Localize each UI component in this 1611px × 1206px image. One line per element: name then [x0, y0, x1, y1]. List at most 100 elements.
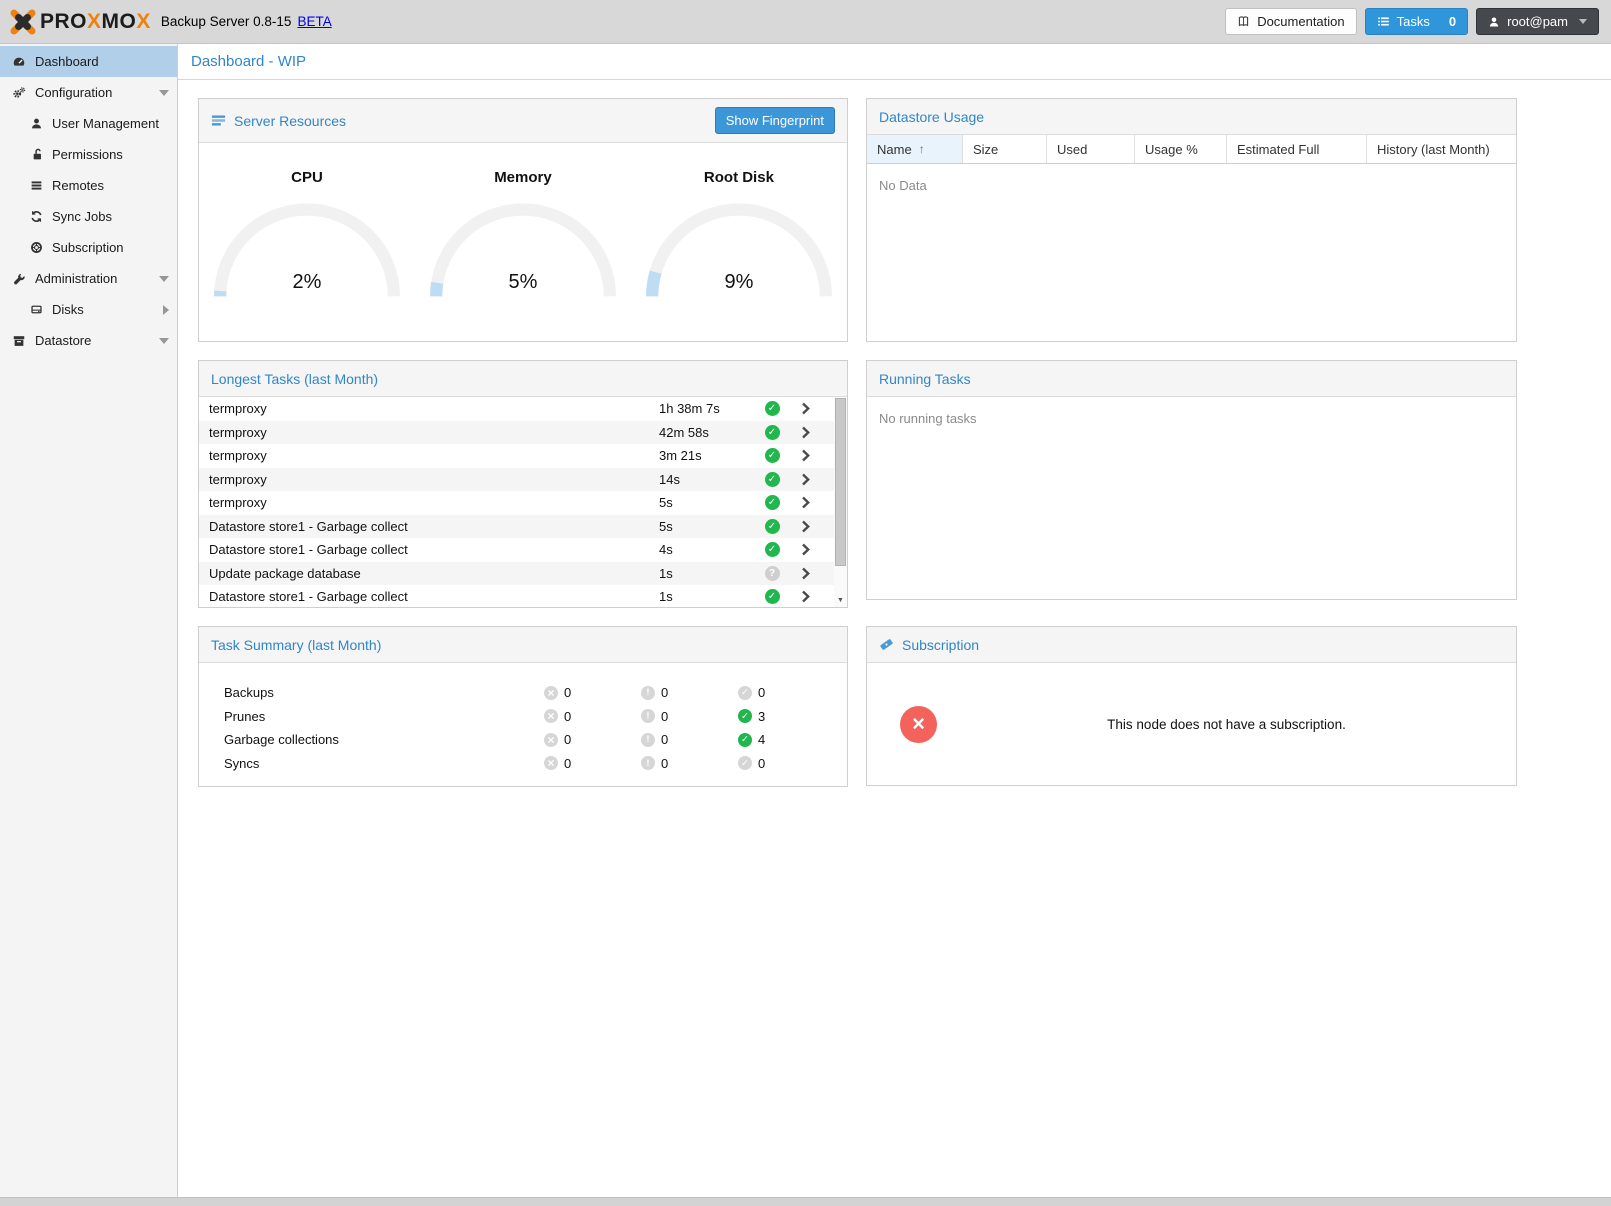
server-resources-icon [211, 113, 226, 128]
column-header-size[interactable]: Size [963, 135, 1047, 163]
collapse-arrow-icon[interactable] [159, 90, 169, 96]
gauge-label: Root Disk [631, 169, 847, 186]
product-name: Backup Server 0.8-15 [161, 14, 292, 29]
task-row[interactable]: termproxy 5s [199, 491, 847, 515]
cpu-gauge: CPU 2% [199, 169, 415, 302]
scrollbar-thumb[interactable] [835, 398, 846, 566]
scroll-down-arrow-icon[interactable]: ▼ [834, 594, 847, 607]
warning-count-icon [641, 733, 655, 747]
summary-label: Prunes [224, 709, 544, 724]
task-row[interactable]: termproxy 3m 21s [199, 444, 847, 468]
collapse-arrow-icon[interactable] [159, 276, 169, 282]
task-status-icon [765, 589, 780, 604]
summary-row-garbage-collections: Garbage collections 0 0 4 [224, 728, 847, 752]
chevron-right-icon[interactable] [789, 590, 823, 603]
sort-ascending-icon: ↑ [919, 142, 925, 156]
warning-count: 0 [661, 685, 668, 700]
task-row[interactable]: termproxy 14s [199, 468, 847, 492]
task-row[interactable]: Datastore store1 - Garbage collect 1s [199, 585, 847, 607]
task-name: termproxy [199, 448, 659, 463]
wrench-icon [10, 272, 28, 286]
warning-count: 0 [661, 732, 668, 747]
sidebar-item-permissions[interactable]: Permissions [0, 139, 177, 170]
life-ring-icon [27, 241, 45, 254]
task-duration: 1h 38m 7s [659, 401, 755, 416]
error-count-icon [544, 709, 558, 723]
task-row[interactable]: Datastore store1 - Garbage collect 5s [199, 515, 847, 539]
column-header-estimated-full[interactable]: Estimated Full [1227, 135, 1367, 163]
page-title-bar: Dashboard - WIP [178, 44, 1611, 80]
sidebar-item-dashboard[interactable]: Dashboard [0, 46, 177, 77]
summary-label: Garbage collections [224, 732, 544, 747]
task-row[interactable]: Update package database 1s [199, 562, 847, 586]
sidebar-item-label: Subscription [52, 240, 124, 255]
error-count-icon [544, 756, 558, 770]
sidebar-item-administration[interactable]: Administration [0, 263, 177, 294]
chevron-right-icon[interactable] [789, 567, 823, 580]
chevron-right-icon[interactable] [789, 402, 823, 415]
longest-tasks-list: termproxy 1h 38m 7s termproxy 42m 58s [199, 397, 847, 607]
book-icon [1237, 15, 1250, 28]
summary-row-prunes: Prunes 0 0 3 [224, 705, 847, 729]
task-row[interactable]: Datastore store1 - Garbage collect 4s [199, 538, 847, 562]
show-fingerprint-button[interactable]: Show Fingerprint [715, 107, 835, 134]
scrollbar[interactable]: ▼ [834, 397, 847, 607]
subscription-message: This node does not have a subscription. [937, 717, 1516, 732]
chevron-right-icon[interactable] [789, 473, 823, 486]
task-list-icon [1377, 15, 1390, 28]
task-status-icon [765, 566, 780, 581]
task-name: Datastore store1 - Garbage collect [199, 589, 659, 604]
column-header-usage-pct[interactable]: Usage % [1135, 135, 1227, 163]
chevron-right-icon[interactable] [789, 426, 823, 439]
warning-count: 0 [661, 756, 668, 771]
chevron-right-icon[interactable] [789, 449, 823, 462]
running-tasks-panel: Running Tasks No running tasks [866, 360, 1517, 600]
datastore-usage-table-header: Name↑ Size Used Usage % Estimated Full H… [867, 135, 1516, 164]
task-name: termproxy [199, 425, 659, 440]
sidebar-item-subscription[interactable]: Subscription [0, 232, 177, 263]
task-status-icon [765, 495, 780, 510]
horizontal-scrollbar-track[interactable] [0, 1197, 1611, 1206]
sidebar-item-disks[interactable]: Disks [0, 294, 177, 325]
user-icon [1488, 16, 1500, 28]
error-count: 0 [564, 709, 571, 724]
user-menu-button[interactable]: root@pam [1476, 8, 1599, 35]
no-running-tasks-text: No running tasks [867, 397, 1516, 440]
user-icon [27, 117, 45, 130]
sidebar-item-user-management[interactable]: User Management [0, 108, 177, 139]
sidebar-item-label: Administration [35, 271, 117, 286]
beta-link[interactable]: BETA [297, 14, 331, 29]
task-status-icon [765, 542, 780, 557]
chevron-right-icon[interactable] [789, 520, 823, 533]
sync-icon [27, 210, 45, 223]
subscription-panel: Subscription × This node does not have a… [866, 626, 1517, 786]
column-header-name[interactable]: Name↑ [867, 135, 963, 163]
ok-count-icon [738, 709, 752, 723]
task-status-icon [765, 401, 780, 416]
sidebar-item-label: Sync Jobs [52, 209, 112, 224]
tasks-label: Tasks [1397, 14, 1430, 29]
sidebar-item-sync-jobs[interactable]: Sync Jobs [0, 201, 177, 232]
sidebar-item-remotes[interactable]: Remotes [0, 170, 177, 201]
task-duration: 3m 21s [659, 448, 755, 463]
ok-count: 3 [758, 709, 765, 724]
expand-arrow-icon[interactable] [163, 305, 169, 315]
remotes-icon [27, 179, 45, 192]
top-bar: PROXMOX Backup Server 0.8-15 BETA Docume… [0, 0, 1611, 44]
column-header-history[interactable]: History (last Month) [1367, 135, 1516, 163]
collapse-arrow-icon[interactable] [159, 338, 169, 344]
sidebar-item-configuration[interactable]: Configuration [0, 77, 177, 108]
ticket-icon [879, 637, 894, 652]
tasks-button[interactable]: Tasks 0 [1365, 8, 1468, 35]
sidebar-item-datastore[interactable]: Datastore [0, 325, 177, 356]
task-row[interactable]: termproxy 42m 58s [199, 421, 847, 445]
task-name: termproxy [199, 401, 659, 416]
ok-count: 0 [758, 756, 765, 771]
task-row[interactable]: termproxy 1h 38m 7s [199, 397, 847, 421]
chevron-right-icon[interactable] [789, 496, 823, 509]
column-header-used[interactable]: Used [1047, 135, 1135, 163]
logo-wordmark: PROXMOX [40, 10, 151, 34]
panel-title: Subscription [902, 637, 979, 653]
chevron-right-icon[interactable] [789, 543, 823, 556]
documentation-button[interactable]: Documentation [1225, 8, 1356, 35]
